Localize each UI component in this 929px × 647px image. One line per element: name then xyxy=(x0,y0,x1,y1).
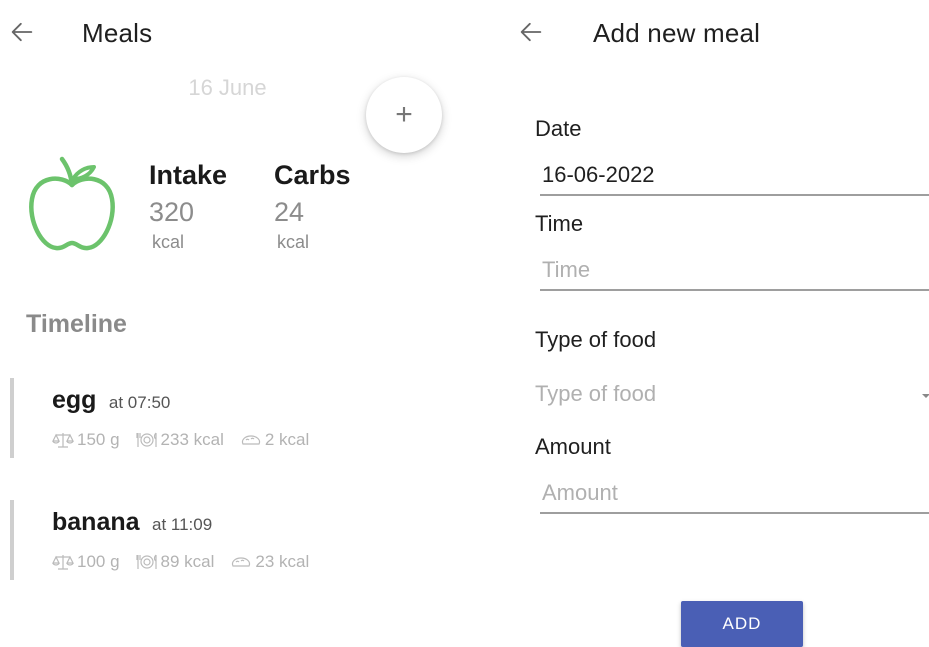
back-arrow-icon[interactable] xyxy=(8,18,36,46)
entry-name: egg xyxy=(52,386,97,414)
time-input[interactable] xyxy=(540,251,929,289)
entry-time: at 11:09 xyxy=(151,515,213,534)
amount-label: Amount xyxy=(535,434,611,459)
add-meal-button[interactable]: + xyxy=(366,77,442,153)
timeline-bar xyxy=(10,500,14,580)
carbs-unit: kcal xyxy=(277,232,310,252)
entry-meta: 150 g 233 kcal 2 kcal xyxy=(52,430,325,450)
intake-value: 320 xyxy=(149,197,195,227)
bread-icon xyxy=(240,430,262,450)
entry-meta: 100 g 89 kcal 23 kcal xyxy=(52,552,325,572)
entry-header: egg at 07:50 xyxy=(52,386,170,415)
add-meal-screen: Add new meal Date Time Type of food Type… xyxy=(465,0,929,647)
entry-time: at 07:50 xyxy=(108,393,171,412)
entry-name: banana xyxy=(52,508,140,536)
entry-header: banana at 11:09 xyxy=(52,508,212,537)
meals-screen: Meals 16 June + Intake 320 kcal Carbs 24… xyxy=(0,0,465,645)
timeline-heading: Timeline xyxy=(26,310,127,338)
chevron-down-icon xyxy=(921,388,929,398)
time-field[interactable] xyxy=(540,251,929,291)
carbs-stat: Carbs 24 kcal xyxy=(274,160,351,253)
entry-carbs: 2 kcal xyxy=(264,430,310,449)
intake-label: Intake xyxy=(149,160,228,190)
add-button[interactable]: ADD xyxy=(681,601,803,647)
entry-calories: 89 kcal xyxy=(160,552,215,571)
time-label: Time xyxy=(535,211,584,236)
food-type-selected: Type of food xyxy=(535,381,657,406)
food-type-select[interactable]: Type of food xyxy=(535,376,929,412)
back-arrow-icon[interactable] xyxy=(517,18,545,46)
page-title: Add new meal xyxy=(593,18,761,48)
timeline-bar xyxy=(10,378,14,458)
entry-weight: 150 g xyxy=(77,430,120,449)
carbs-label: Carbs xyxy=(274,160,351,190)
intake-stat: Intake 320 kcal xyxy=(149,160,227,253)
entry-calories: 233 kcal xyxy=(160,430,224,449)
timeline-entry[interactable]: banana at 11:09 100 g 89 kcal 23 kcal xyxy=(10,500,450,580)
amount-field[interactable] xyxy=(540,474,929,514)
date-input[interactable] xyxy=(540,156,929,194)
scale-icon xyxy=(52,552,74,572)
entry-carbs: 23 kcal xyxy=(255,552,310,571)
page-title: Meals xyxy=(82,18,153,48)
date-field[interactable] xyxy=(540,156,929,196)
food-type-label: Type of food xyxy=(535,327,657,352)
carbs-value: 24 xyxy=(274,197,305,227)
amount-input[interactable] xyxy=(540,474,929,512)
bread-icon xyxy=(230,552,252,572)
intake-unit: kcal xyxy=(152,232,185,252)
plate-cutlery-icon xyxy=(135,552,158,572)
date-label: Date xyxy=(535,116,582,141)
entry-weight: 100 g xyxy=(77,552,120,571)
apple-icon xyxy=(26,155,118,253)
timeline-entry[interactable]: egg at 07:50 150 g 233 kcal 2 kcal xyxy=(10,378,450,458)
scale-icon xyxy=(52,430,74,450)
plate-cutlery-icon xyxy=(135,430,158,450)
